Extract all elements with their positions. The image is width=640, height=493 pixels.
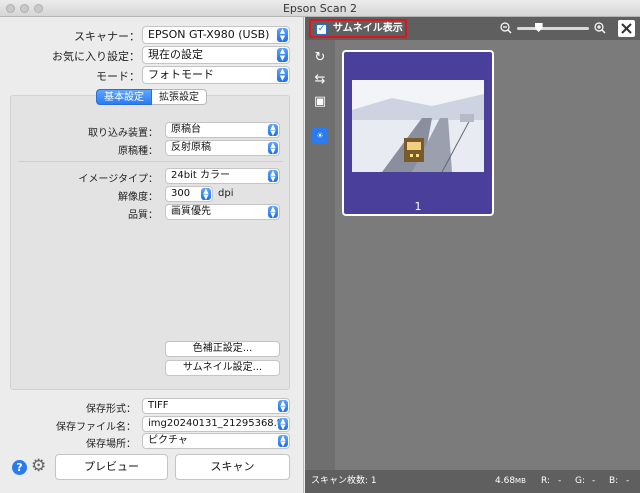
settings-panel: スキャナー： EPSON GT-X980 (USB) ▲ ▼ お気に入り設定： 現… (0, 17, 304, 493)
window-title: Epson Scan 2 (282, 2, 358, 15)
file-size-value: 4.68 (495, 476, 516, 486)
mirror-icon[interactable]: ⇆ (312, 72, 328, 88)
resolution-unit: dpi (218, 188, 234, 199)
popup-arrows-icon: ▲ ▼ (277, 68, 288, 82)
close-icon (621, 23, 632, 34)
rotate-icon[interactable]: ↻ (312, 50, 328, 66)
scan-count: スキャン枚数: 1 (311, 476, 377, 486)
thumbnail-checkbox-label: サムネイル表示 (333, 23, 403, 34)
document-type-label: 原稿種： (118, 146, 158, 157)
format-select-value: TIFF (148, 400, 169, 411)
preview-panel: ✓ サムネイル表示 ↻ ⇆ ▣ ☀ 1 スキャン枚数: 1 4.68MB R: … (305, 17, 640, 493)
preview-tool-strip: ↻ ⇆ ▣ ☀ (305, 40, 335, 470)
scanner-label: スキャナー： (74, 30, 140, 43)
image-type-select-value: 24bit カラー (171, 170, 230, 181)
preview-toolbar: ✓ サムネイル表示 (305, 17, 640, 40)
preview-button[interactable]: プレビュー (55, 454, 168, 480)
close-window-button[interactable] (6, 4, 15, 13)
scanner-select[interactable]: EPSON GT-X980 (USB) ▲ ▼ (142, 26, 290, 44)
quality-select[interactable]: 画質優先 ▲ ▼ (165, 204, 280, 220)
preset-label: お気に入り設定： (52, 50, 140, 63)
thumbnail-checkbox[interactable]: ✓ (316, 24, 327, 35)
status-bar: スキャン枚数: 1 4.68MB R: - G: - B: - (305, 470, 640, 493)
source-select[interactable]: 原稿台 ▲ ▼ (165, 122, 280, 138)
source-label: 取り込み装置： (88, 128, 158, 139)
auto-adjust-icon[interactable]: ☀ (312, 128, 328, 144)
g-value: - (592, 476, 596, 486)
document-type-select[interactable]: 反射原稿 ▲ ▼ (165, 140, 280, 156)
file-size: 4.68MB (495, 470, 526, 493)
popup-arrows-icon: ▲ ▼ (268, 206, 278, 219)
filename-select[interactable]: img20240131_21295368.tif ▲ ▼ (142, 416, 290, 432)
b-label: B: (609, 476, 619, 486)
filename-select-value: img20240131_21295368.tif (148, 418, 288, 429)
preset-select-value: 現在の設定 (148, 48, 203, 61)
minimize-window-button[interactable] (20, 4, 29, 13)
tab-basic[interactable]: 基本設定 (96, 89, 152, 105)
resolution-combo[interactable]: 300 ▲ ▼ (165, 186, 213, 202)
r-label: R: (541, 476, 551, 486)
popup-arrows-icon: ▲ ▼ (201, 188, 211, 201)
popup-arrows-icon: ▲ ▼ (268, 124, 278, 137)
gear-icon[interactable]: ⚙ (31, 458, 46, 475)
thumbnail-number: 1 (414, 200, 422, 213)
filename-label: 保存ファイル名： (56, 422, 136, 433)
source-select-value: 原稿台 (171, 124, 201, 135)
resolution-combo-value: 300 (171, 188, 191, 199)
divider (18, 161, 283, 162)
quality-label: 品質： (128, 210, 158, 221)
color-correction-button[interactable]: 色補正設定... (165, 341, 280, 357)
tab-advanced[interactable]: 拡張設定 (152, 89, 207, 105)
mode-select[interactable]: フォトモード ▲ ▼ (142, 66, 290, 84)
mode-label: モード： (96, 70, 140, 83)
help-icon[interactable]: ? (12, 460, 27, 475)
popup-arrows-icon: ▲ ▼ (268, 170, 278, 183)
popup-arrows-icon: ▲ ▼ (268, 142, 278, 155)
popup-arrows-icon: ▲ ▼ (278, 400, 288, 413)
mode-select-value: フォトモード (148, 68, 214, 81)
format-select[interactable]: TIFF ▲ ▼ (142, 398, 290, 414)
close-preview-button[interactable] (618, 20, 635, 37)
popup-arrows-icon: ▲ ▼ (277, 48, 288, 62)
quality-select-value: 画質優先 (171, 206, 211, 217)
format-label: 保存形式： (86, 404, 136, 415)
settings-tabs: 基本設定 拡張設定 (96, 89, 207, 105)
thumbnail-settings-button[interactable]: サムネイル設定... (165, 360, 280, 376)
zoom-slider[interactable] (517, 23, 589, 32)
zoom-slider-thumb[interactable] (534, 23, 543, 32)
scan-button[interactable]: スキャン (175, 454, 290, 480)
b-value: - (626, 476, 630, 486)
image-type-label: イメージタイプ： (78, 174, 158, 185)
folder-select-value: ピクチャ (148, 435, 188, 446)
select-all-icon[interactable]: ▣ (312, 94, 328, 110)
popup-arrows-icon: ▲ ▼ (277, 28, 288, 42)
resolution-label: 解像度： (118, 192, 158, 203)
scanner-select-value: EPSON GT-X980 (USB) (148, 28, 270, 41)
thumbnail-image (352, 80, 484, 172)
zoom-window-button[interactable] (34, 4, 43, 13)
popup-arrows-icon: ▲ ▼ (278, 435, 288, 448)
file-size-unit: MB (515, 477, 526, 485)
zoom-out-icon[interactable] (500, 22, 512, 34)
title-bar: Epson Scan 2 (0, 0, 640, 17)
preset-select[interactable]: 現在の設定 ▲ ▼ (142, 46, 290, 64)
zoom-in-icon[interactable] (594, 22, 606, 34)
document-type-select-value: 反射原稿 (171, 142, 211, 153)
g-label: G: (575, 476, 586, 486)
r-value: - (558, 476, 562, 486)
popup-arrows-icon: ▲ ▼ (278, 418, 288, 431)
image-type-select[interactable]: 24bit カラー ▲ ▼ (165, 168, 280, 184)
thumbnail-card[interactable]: 1 (342, 50, 494, 216)
folder-select[interactable]: ピクチャ ▲ ▼ (142, 433, 290, 449)
thumbnail-toggle[interactable]: ✓ サムネイル表示 (309, 19, 407, 38)
folder-label: 保存場所： (86, 439, 136, 450)
